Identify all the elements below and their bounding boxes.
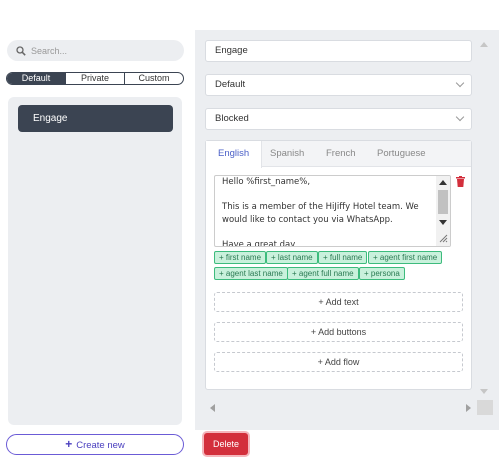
- top-bar: [0, 0, 499, 30]
- scroll-right-arrow-icon[interactable]: [466, 404, 471, 412]
- resize-grip-icon[interactable]: [439, 234, 448, 243]
- search-box[interactable]: [7, 40, 184, 61]
- category-select[interactable]: Default: [205, 74, 472, 96]
- status-select-value: Blocked: [215, 113, 249, 124]
- add-buttons-button[interactable]: + Add buttons: [214, 322, 463, 342]
- segment-default[interactable]: Default: [7, 73, 66, 84]
- visibility-filter: Default Private Custom: [6, 72, 184, 85]
- template-editor: Default Private Custom Engage Engage Def…: [0, 0, 499, 459]
- scroll-down-arrow-icon[interactable]: [439, 220, 447, 225]
- tab-english[interactable]: English: [206, 141, 263, 168]
- message-editor-card: English Spanish French Portuguese Hello …: [205, 140, 472, 390]
- scroll-up-arrow-icon[interactable]: [439, 180, 447, 185]
- trash-icon[interactable]: [456, 176, 465, 187]
- variable-tag-persona[interactable]: + persona: [359, 267, 405, 280]
- create-new-label: Create new: [76, 440, 125, 451]
- category-select-value: Default: [215, 79, 246, 90]
- add-flow-button[interactable]: + Add flow: [214, 352, 463, 372]
- left-panel: Default Private Custom Engage: [0, 30, 195, 430]
- template-list-item-engage[interactable]: Engage: [18, 105, 173, 132]
- tab-french[interactable]: French: [326, 141, 356, 167]
- variable-tag-last-name[interactable]: + last name: [266, 251, 318, 264]
- message-body-textarea[interactable]: Hello %first_name%, This is a member of …: [214, 175, 451, 247]
- chevron-down-icon: [455, 112, 465, 122]
- scroll-thumb[interactable]: [438, 190, 448, 214]
- horizontal-scrollbar[interactable]: [203, 400, 476, 415]
- variable-tag-agent-last-name[interactable]: + agent last name: [214, 267, 288, 280]
- message-body-text[interactable]: Hello %first_name%, This is a member of …: [222, 176, 434, 246]
- search-icon: [16, 45, 26, 56]
- scroll-down-arrow-icon[interactable]: [480, 389, 488, 394]
- template-list: Engage: [8, 97, 182, 425]
- tab-spanish[interactable]: Spanish: [270, 141, 304, 167]
- variable-tag-agent-full-name[interactable]: + agent full name: [287, 267, 359, 280]
- tab-portuguese[interactable]: Portuguese: [377, 141, 426, 167]
- status-select[interactable]: Blocked: [205, 108, 472, 130]
- search-input[interactable]: [31, 45, 171, 56]
- template-name-value: Engage: [215, 45, 248, 56]
- scroll-left-arrow-icon[interactable]: [210, 404, 215, 412]
- plus-icon: +: [65, 437, 73, 451]
- variable-tag-first-name[interactable]: + first name: [214, 251, 267, 264]
- textarea-scrollbar[interactable]: [436, 176, 450, 246]
- scrollbar-corner: [477, 400, 493, 415]
- segment-private[interactable]: Private: [66, 73, 125, 84]
- vertical-scrollbar[interactable]: [476, 35, 492, 401]
- add-text-button[interactable]: + Add text: [214, 292, 463, 312]
- create-new-button[interactable]: + Create new: [6, 434, 184, 455]
- segment-custom[interactable]: Custom: [125, 73, 183, 84]
- chevron-down-icon: [455, 78, 465, 88]
- scroll-up-arrow-icon[interactable]: [480, 42, 488, 47]
- variable-tag-agent-first-name[interactable]: + agent first name: [368, 251, 443, 264]
- template-name-input[interactable]: Engage: [205, 40, 472, 62]
- variable-tag-full-name[interactable]: + full name: [318, 251, 368, 264]
- delete-button[interactable]: Delete: [204, 433, 248, 455]
- language-tabs: English Spanish French Portuguese: [206, 141, 471, 168]
